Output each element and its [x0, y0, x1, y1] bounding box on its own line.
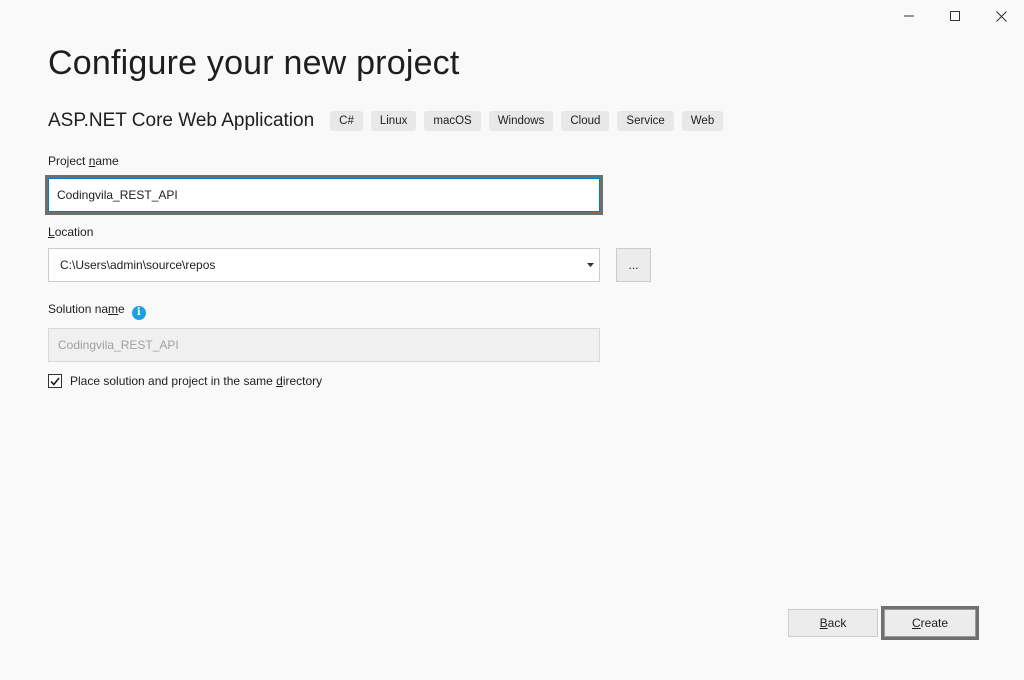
tag-windows: Windows — [488, 111, 554, 131]
solution-name-label-post: e — [118, 302, 125, 316]
template-name: ASP.NET Core Web Application — [48, 110, 315, 131]
close-button[interactable] — [978, 0, 1024, 32]
tag-linux: Linux — [370, 111, 417, 131]
project-name-label: Project name — [48, 154, 119, 168]
same-directory-checkbox[interactable] — [48, 374, 62, 388]
solution-name-label-accel: m — [108, 302, 119, 316]
create-button-accel: C — [911, 616, 921, 630]
project-name-label-post: ame — [95, 154, 119, 168]
location-label-post: ocation — [54, 225, 94, 239]
page-title: Configure your new project — [48, 44, 460, 82]
tag-csharp: C# — [330, 111, 363, 131]
close-icon — [995, 10, 1007, 22]
create-button-rest: reate — [920, 616, 949, 630]
back-button[interactable]: Back — [788, 609, 878, 637]
location-combobox[interactable]: C:\Users\admin\source\repos — [48, 248, 600, 282]
minimize-icon — [904, 15, 914, 17]
info-icon[interactable]: i — [131, 305, 146, 320]
browse-button[interactable]: ... — [616, 248, 651, 282]
maximize-button[interactable] — [932, 0, 978, 32]
location-label: Location — [48, 225, 93, 239]
template-tags: C# Linux macOS Windows Cloud Service Web — [330, 111, 724, 131]
back-button-rest: ack — [827, 616, 847, 630]
project-name-label-pre: Project — [48, 154, 89, 168]
back-button-accel: B — [819, 616, 828, 630]
tag-cloud: Cloud — [561, 111, 610, 131]
chevron-down-icon — [586, 263, 594, 267]
location-dropdown-arrow[interactable] — [581, 249, 599, 281]
solution-name-label: Solution name i — [48, 302, 146, 320]
window-controls — [886, 0, 1024, 32]
maximize-icon — [950, 11, 960, 21]
create-button-focus-frame: Create — [881, 606, 979, 640]
location-label-accel: L — [48, 225, 55, 239]
location-value: C:\Users\admin\source\repos — [60, 258, 216, 272]
project-name-focus-frame — [45, 175, 603, 215]
tag-macos: macOS — [424, 111, 481, 131]
solution-name-input[interactable] — [48, 328, 600, 362]
tag-service: Service — [617, 111, 674, 131]
project-name-input[interactable] — [48, 178, 600, 212]
same-directory-label: Place solution and project in the same d… — [70, 374, 322, 388]
minimize-button[interactable] — [886, 0, 932, 32]
same-directory-option[interactable]: Place solution and project in the same d… — [48, 374, 322, 388]
template-info: ASP.NET Core Web Application C# Linux ma… — [48, 110, 724, 132]
create-button[interactable]: Create — [884, 609, 976, 637]
tag-web: Web — [681, 111, 724, 131]
solution-name-label-pre: Solution na — [48, 302, 109, 316]
same-directory-label-pre: Place solution and project in the same — [70, 374, 277, 388]
checkmark-icon — [50, 377, 60, 386]
same-directory-label-post: irectory — [282, 374, 323, 388]
same-directory-label-accel: d — [276, 374, 283, 388]
